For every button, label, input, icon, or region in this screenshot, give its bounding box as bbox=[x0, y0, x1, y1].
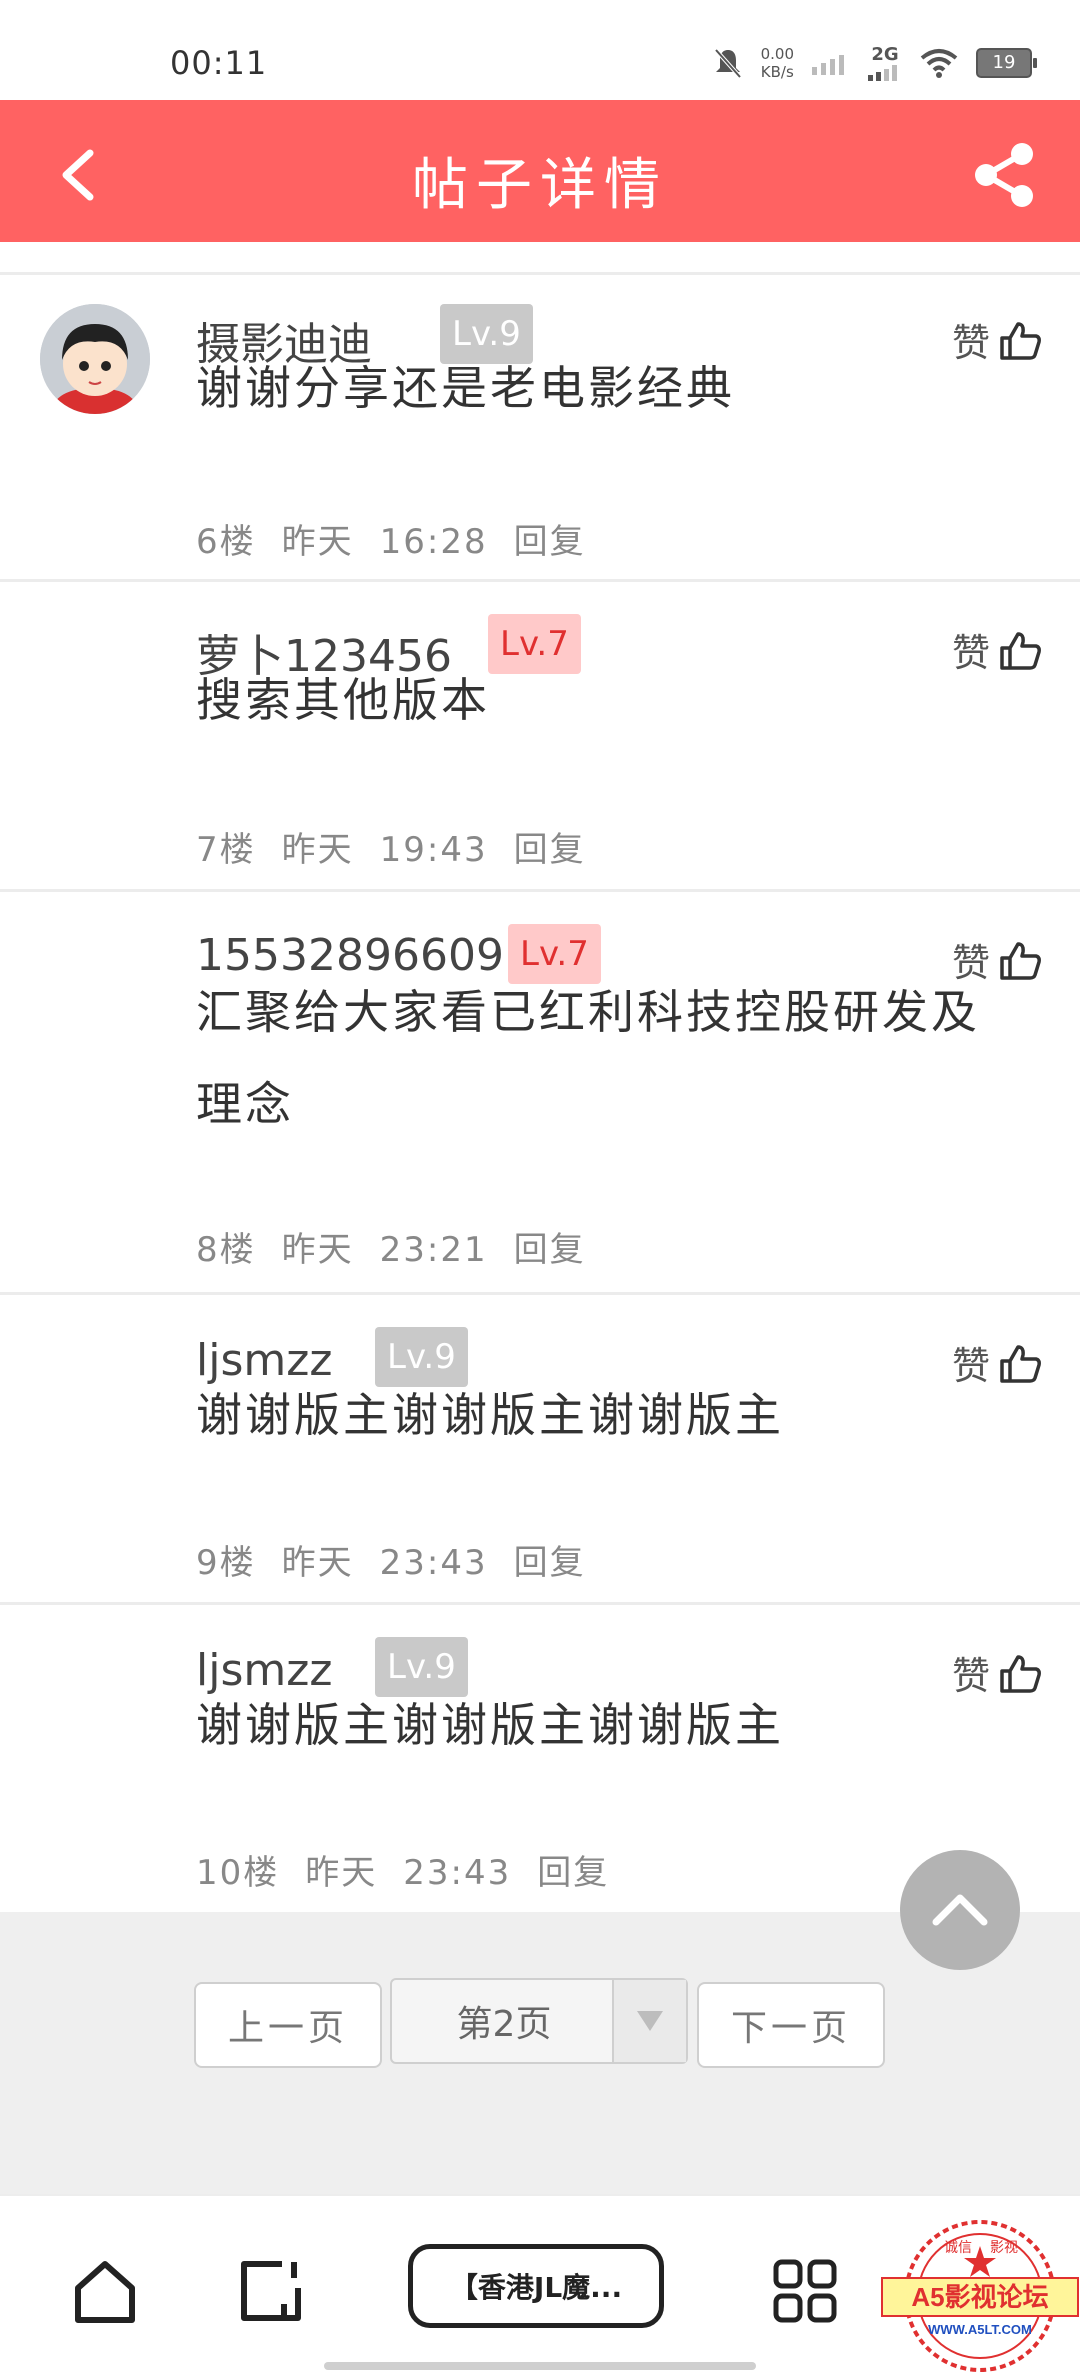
network-type: 2G bbox=[868, 44, 902, 81]
reply-button[interactable]: 回复 bbox=[537, 1853, 609, 1893]
signal-icon bbox=[868, 65, 897, 81]
reply-meta: 6楼 昨天 16:28 回复 bbox=[196, 514, 612, 563]
reply-day: 昨天 bbox=[281, 830, 354, 870]
signal-empty-icon bbox=[812, 54, 844, 75]
net-speed-unit: KB/s bbox=[760, 62, 794, 81]
mute-bell-icon bbox=[714, 48, 742, 78]
status-icons: 0.00 KB/s 2G 19 bbox=[713, 44, 1037, 81]
page-select-value: 第2页 bbox=[456, 2004, 552, 2045]
watermark-top-left: 诚信 bbox=[944, 2239, 972, 2255]
watermark-url: WWW.A5LT.COM bbox=[928, 2322, 1032, 2337]
menu-grid-button[interactable] bbox=[772, 2258, 838, 2328]
floor-number: 10楼 bbox=[196, 1853, 280, 1893]
reply-meta: 8楼 昨天 23:21 回复 bbox=[196, 1222, 612, 1271]
avatar[interactable] bbox=[40, 304, 150, 414]
reply-button[interactable]: 回复 bbox=[514, 830, 586, 870]
reply-time: 19:43 bbox=[379, 830, 488, 870]
reply-time: 23:21 bbox=[379, 1230, 488, 1270]
reply-content: 谢谢分享还是老电影经典 bbox=[196, 361, 735, 415]
reply-content: 汇聚给大家看已红利科技控股研发及理念 bbox=[196, 985, 980, 1131]
home-icon bbox=[75, 2261, 135, 2323]
prev-page-button[interactable]: 上一页 bbox=[194, 1982, 382, 2068]
wifi-icon bbox=[920, 48, 958, 78]
dropdown-arrow-icon bbox=[637, 2011, 663, 2031]
status-time: 00:11 bbox=[170, 44, 268, 82]
reply-list: 摄影迪迪 Lv.9 赞 谢谢分享还是老电影经典 6楼 昨天 16:28 回复 萝卜12… bbox=[0, 272, 1080, 1911]
reply-day: 昨天 bbox=[305, 1853, 378, 1893]
reply-content: 搜索其他版本 bbox=[196, 673, 490, 727]
net-speed: 0.00 KB/s bbox=[761, 45, 794, 81]
reply-time: 23:43 bbox=[379, 1543, 488, 1583]
share-icon bbox=[975, 143, 1033, 207]
share-button[interactable] bbox=[970, 140, 1040, 210]
floor-number: 7楼 bbox=[196, 830, 256, 870]
reply-meta: 10楼 昨天 23:43 回复 bbox=[196, 1845, 635, 1894]
home-indicator[interactable] bbox=[324, 2362, 756, 2370]
scroll-top-button[interactable] bbox=[900, 1850, 1020, 1970]
reply-meta: 7楼 昨天 19:43 回复 bbox=[196, 822, 612, 871]
reply-day: 昨天 bbox=[281, 1543, 354, 1583]
status-bar: 00:11 0.00 KB/s 2G 19 bbox=[0, 0, 1080, 100]
top-app-bar: 帖子详情 bbox=[0, 100, 1080, 242]
page-title: 帖子详情 bbox=[412, 153, 668, 218]
edit-icon bbox=[241, 2261, 301, 2321]
pagination-area: 上一页 第2页 下一页 bbox=[0, 1912, 1080, 2194]
watermark-stamp-icon: 诚信 影视 A5影视论坛 WWW.A5LT.COM bbox=[881, 2220, 1079, 2372]
floor-number: 6楼 bbox=[196, 522, 256, 562]
reply-content: 谢谢版主谢谢版主谢谢版主 bbox=[196, 1698, 784, 1752]
reply-time: 16:28 bbox=[379, 522, 488, 562]
reply-item: 摄影迪迪 Lv.9 赞 谢谢分享还是老电影经典 6楼 昨天 16:28 回复 bbox=[0, 272, 1080, 582]
reply-button[interactable]: 回复 bbox=[514, 1543, 586, 1583]
grid-icon bbox=[773, 2259, 837, 2323]
reply-button[interactable]: 回复 bbox=[514, 522, 586, 562]
next-page-button[interactable]: 下一页 bbox=[697, 1982, 885, 2068]
scroll-top-icon bbox=[932, 1894, 988, 1926]
bottom-bar: 【香港JL魔... 诚信 影视 A5影视论坛 WWW.A5LT.COM bbox=[0, 2194, 1080, 2378]
reply-item: 萝卜123456 Lv.7 赞 搜索其他版本 7楼 昨天 19:43 回复 bbox=[0, 582, 1080, 892]
page-select[interactable]: 第2页 bbox=[390, 1978, 688, 2064]
reply-day: 昨天 bbox=[281, 522, 354, 562]
watermark-main-text: A5影视论坛 bbox=[911, 2282, 1048, 2312]
reply-item: ljsmzz Lv.9 赞 谢谢版主谢谢版主谢谢版主 9楼 昨天 23:43 回复 bbox=[0, 1295, 1080, 1605]
reply-meta: 9楼 昨天 23:43 回复 bbox=[196, 1535, 612, 1584]
reply-item: ljsmzz Lv.9 赞 谢谢版主谢谢版主谢谢版主 10楼 昨天 23:43 回复 bbox=[0, 1605, 1080, 1911]
reply-day: 昨天 bbox=[281, 1230, 354, 1270]
reply-button[interactable]: 回复 bbox=[514, 1230, 586, 1270]
net-speed-value: 0.00 bbox=[760, 44, 794, 63]
reply-content: 谢谢版主谢谢版主谢谢版主 bbox=[196, 1388, 784, 1442]
battery-indicator: 19 bbox=[976, 47, 1037, 78]
page-select-toggle[interactable] bbox=[612, 1980, 686, 2062]
edit-button[interactable] bbox=[238, 2258, 304, 2328]
avatar-image bbox=[40, 304, 150, 414]
network-label: 2G bbox=[871, 44, 899, 65]
home-button[interactable] bbox=[72, 2258, 138, 2328]
thread-title-button[interactable]: 【香港JL魔... bbox=[408, 2244, 664, 2328]
floor-number: 9楼 bbox=[196, 1543, 256, 1583]
watermark-top-right: 影视 bbox=[990, 2239, 1018, 2255]
reply-time: 23:43 bbox=[403, 1853, 512, 1893]
forum-watermark-logo: 诚信 影视 A5影视论坛 WWW.A5LT.COM bbox=[880, 2216, 1080, 2376]
floor-number: 8楼 bbox=[196, 1230, 256, 1270]
reply-item: 15532896609 Lv.7 赞 汇聚给大家看已红利科技控股研发及理念 8楼… bbox=[0, 892, 1080, 1295]
